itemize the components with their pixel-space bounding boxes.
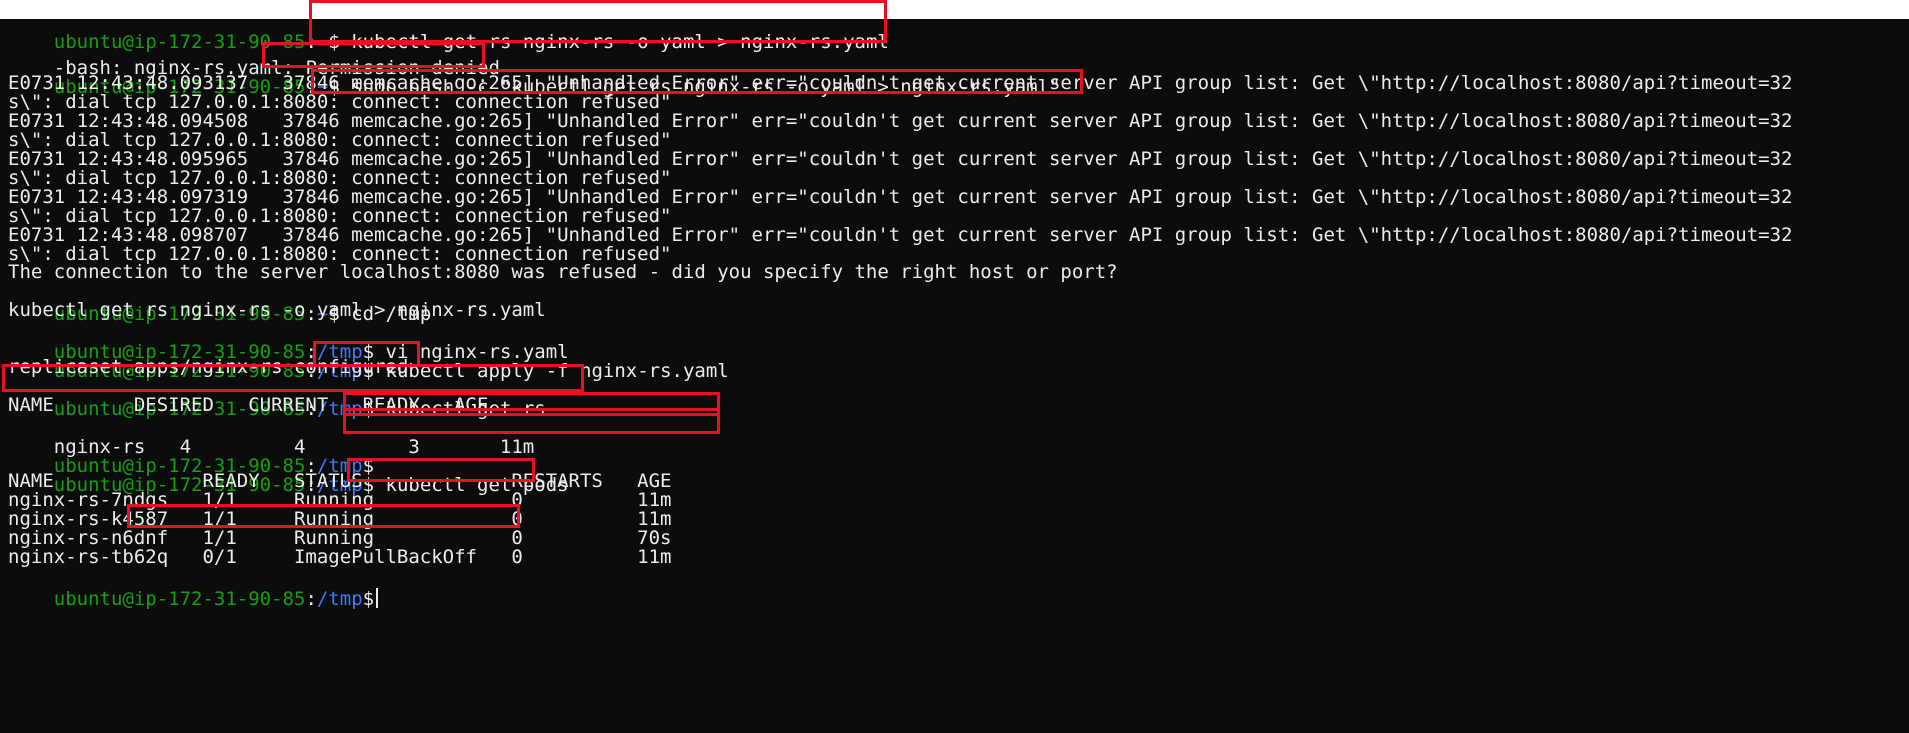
highlight-box (2, 364, 584, 392)
highlight-box (127, 504, 520, 528)
terminal-line: ubuntu@ip-172-31-90-85:/tmp$ (8, 565, 379, 610)
highlight-box (309, 0, 887, 43)
text-cursor (376, 588, 379, 608)
highlight-box (262, 42, 485, 68)
highlight-box (343, 408, 720, 434)
highlight-box (311, 69, 1083, 94)
highlight-box (347, 458, 535, 482)
prompt-user-host: ubuntu@ip-172-31-90-85 (53, 588, 306, 610)
prompt-path: /tmp (316, 588, 363, 610)
